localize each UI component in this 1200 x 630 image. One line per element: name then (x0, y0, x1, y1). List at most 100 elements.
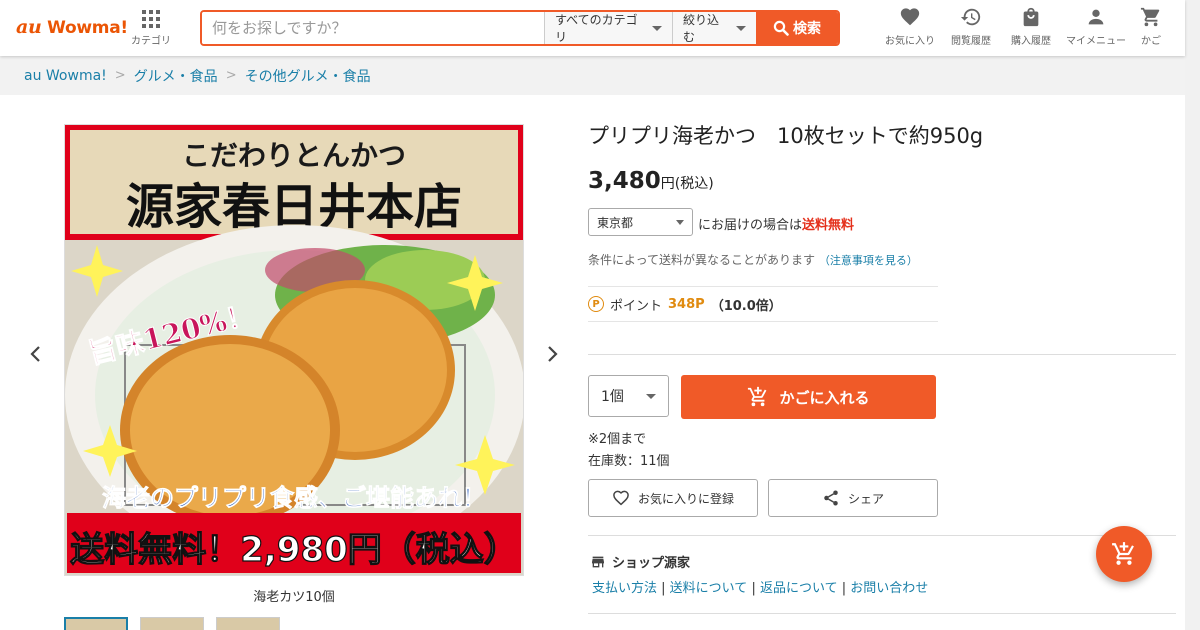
add-cart-icon (1112, 542, 1134, 565)
image-caption: 海老カツ10個 (253, 590, 335, 605)
shipping-note-text: 条件によって送料が異なることがあります (588, 253, 816, 267)
shipping-note-link[interactable]: （注意事項を見る） (819, 254, 918, 267)
product-photo: こだわりとんかつ 源家春日井本店 旨味120%！ 海老のプリプリ食感、ご堪能あれ… (65, 125, 523, 575)
category-select-value: すべてのカテゴリ (555, 13, 638, 44)
category-menu-button[interactable]: カテゴリ (128, 8, 174, 47)
shipping-note: 条件によって送料が異なることがあります （注意事項を見る） (588, 251, 918, 268)
nav-cart-label: かご (1141, 36, 1161, 47)
add-cart-icon (748, 386, 767, 407)
product-main-image[interactable]: こだわりとんかつ 源家春日井本店 旨味120%！ 海老のプリプリ食感、ご堪能あれ… (64, 124, 524, 576)
link-separator: | (661, 581, 670, 596)
store-icon (592, 556, 604, 567)
points-multiplier: （10.0倍） (710, 298, 782, 314)
share-icon (824, 490, 838, 506)
add-to-cart-label: かごに入れる (779, 388, 870, 407)
nav-history[interactable]: 閲覧履歴 (939, 6, 1003, 47)
point-icon: P (588, 296, 604, 312)
nav-favorites[interactable]: お気に入り (878, 6, 942, 47)
image-text-blue: 海老のプリプリ食感、ご堪能あれ！ (102, 484, 486, 512)
price-unit: 円(税込) (660, 176, 714, 192)
shop-link-payment[interactable]: 支払い方法 (592, 581, 657, 596)
page: au Wowma! カテゴリ すべてのカテゴリ 絞り込む (0, 0, 1200, 630)
breadcrumb-gourmet[interactable]: グルメ・食品 (134, 66, 218, 86)
nav-cart[interactable]: かご (1119, 6, 1183, 47)
scrollbar[interactable] (1185, 0, 1200, 630)
search-button[interactable]: 検索 (756, 12, 838, 44)
quantity-value: 1個 (601, 389, 624, 405)
site-header: au Wowma! カテゴリ すべてのカテゴリ 絞り込む (0, 0, 1185, 56)
heart-icon (900, 8, 920, 26)
price-value: 3,480 (588, 168, 661, 194)
nav-history-label: 閲覧履歴 (951, 36, 991, 47)
category-menu-label: カテゴリ (131, 36, 171, 47)
divider (588, 535, 1176, 536)
caret-down-icon (646, 393, 656, 399)
chevron-right-icon: > (225, 68, 237, 83)
search-button-label: 検索 (793, 20, 821, 36)
divider (588, 354, 1176, 355)
purchase-limit: ※2個まで (588, 432, 647, 447)
filter-select[interactable]: 絞り込む (672, 12, 756, 44)
nav-purchases-label: 購入履歴 (1011, 36, 1051, 47)
link-separator: | (841, 581, 851, 596)
caret-down-icon (736, 25, 746, 31)
shipping-info: にお届けの場合は送料無料 (698, 214, 854, 233)
link-separator: | (751, 581, 760, 596)
nav-purchases[interactable]: 購入履歴 (999, 6, 1063, 47)
logo-au: au (16, 16, 42, 38)
shipping-prefix: にお届けの場合は (698, 218, 803, 233)
share-label: シェア (847, 491, 884, 506)
shop-link-shipping[interactable]: 送料について (670, 581, 748, 596)
filter-select-value: 絞り込む (683, 13, 720, 44)
search-input[interactable] (202, 12, 544, 44)
points-label: ポイント (610, 298, 663, 314)
image-text-top-small: こだわりとんかつ (182, 139, 406, 172)
caret-down-icon (652, 25, 662, 31)
cart-icon (1140, 7, 1160, 27)
breadcrumb: au Wowma! > グルメ・食品 > その他グルメ・食品 (0, 56, 1200, 95)
thumbnail-3[interactable] (216, 617, 280, 630)
history-icon (960, 8, 981, 26)
shop-name-row: ショップ源家 (590, 552, 690, 571)
shop-name[interactable]: ショップ源家 (612, 552, 690, 571)
add-favorite-label: お気に入りに登録 (637, 491, 734, 506)
grid-icon (142, 10, 160, 28)
chevron-right-icon: > (114, 68, 126, 83)
stock-count: 在庫数：11個 (588, 454, 670, 469)
prefecture-select[interactable]: 東京都 (588, 208, 693, 236)
heart-outline-icon (613, 490, 629, 506)
bag-icon (1023, 7, 1039, 27)
quantity-select[interactable]: 1個 (588, 375, 669, 417)
prev-image-arrow-icon[interactable] (28, 345, 44, 363)
next-image-arrow-icon[interactable] (544, 345, 560, 363)
category-select[interactable]: すべてのカテゴリ (544, 12, 672, 44)
breadcrumb-other-gourmet[interactable]: その他グルメ・食品 (245, 66, 371, 86)
nav-favorites-label: お気に入り (885, 36, 935, 47)
thumbnail-1[interactable] (64, 617, 128, 630)
caret-down-icon (676, 219, 684, 225)
floating-cart-button[interactable] (1096, 526, 1152, 582)
product-title: プリプリ海老かつ 10枚セットで約950g (588, 124, 984, 148)
prefecture-value: 東京都 (597, 215, 634, 230)
thumbnail-strip (64, 617, 280, 630)
points-row: P ポイント 348P （10.0倍） (588, 286, 938, 322)
product-price: 3,480円(税込) (588, 168, 714, 194)
shipping-free-label: 送料無料 (802, 218, 855, 233)
share-button[interactable]: シェア (768, 479, 938, 517)
site-logo[interactable]: au Wowma! (16, 16, 128, 38)
image-text-banner: 送料無料！2,980円（税込） (70, 530, 518, 570)
add-to-cart-button[interactable]: かごに入れる (681, 375, 936, 419)
points-value: 348P (668, 296, 705, 312)
thumbnail-2[interactable] (140, 617, 204, 630)
breadcrumb-home[interactable]: au Wowma! (24, 68, 107, 84)
person-icon (1088, 9, 1104, 25)
shop-links: 支払い方法 | 送料について | 返品について | お問い合わせ (592, 577, 928, 596)
search-icon (773, 20, 789, 36)
add-favorite-button[interactable]: お気に入りに登録 (588, 479, 758, 517)
logo-brand: Wowma! (47, 18, 128, 38)
nav-mymenu-label: マイメニュー (1066, 36, 1126, 47)
divider (588, 613, 1176, 614)
search-bar: すべてのカテゴリ 絞り込む 検索 (200, 10, 840, 46)
shop-link-contact[interactable]: お問い合わせ (850, 581, 928, 596)
shop-link-returns[interactable]: 返品について (760, 581, 838, 596)
